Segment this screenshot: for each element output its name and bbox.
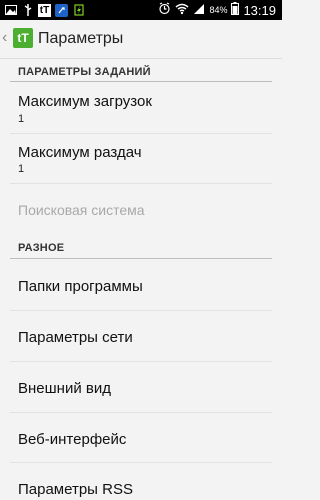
list-divider	[10, 183, 272, 184]
usb-icon	[21, 4, 34, 17]
list-divider	[10, 310, 272, 311]
signal-icon	[193, 3, 205, 18]
tt-app-icon: tT	[38, 3, 51, 17]
app-logo[interactable]: tT	[13, 28, 33, 48]
battery-percent: 84%	[209, 5, 228, 15]
section-divider	[10, 258, 272, 259]
shazam-icon	[55, 3, 68, 17]
clock: 13:19	[243, 2, 276, 18]
setting-title: Максимум раздач	[18, 144, 142, 161]
setting-web-interface[interactable]: Веб-интерфейс	[18, 430, 126, 450]
setting-title: Максимум загрузок	[18, 93, 152, 110]
section-header-tasks: ПАРАМЕТРЫ ЗАДАНИЙ	[18, 66, 151, 78]
notification-icons: tT	[4, 3, 85, 17]
setting-value: 1	[18, 113, 25, 125]
section-header-misc: РАЗНОЕ	[18, 242, 65, 254]
setting-network-params[interactable]: Параметры сети	[18, 328, 133, 348]
list-divider	[10, 462, 272, 463]
battery-icon	[231, 2, 240, 18]
list-divider	[10, 412, 272, 413]
list-divider	[10, 133, 272, 134]
setting-value: 1	[18, 163, 25, 175]
section-divider	[10, 81, 272, 82]
setting-program-folders[interactable]: Папки программы	[18, 277, 143, 297]
battery-charge-icon	[72, 4, 85, 17]
image-icon	[4, 4, 17, 17]
setting-search-engine: Поисковая система	[18, 202, 145, 218]
alarm-icon	[158, 2, 171, 18]
setting-appearance[interactable]: Внешний вид	[18, 379, 111, 399]
status-bar: tT 84% 13:19	[0, 0, 282, 20]
setting-rss-params[interactable]: Параметры RSS	[18, 480, 133, 500]
back-icon[interactable]: ‹	[2, 29, 7, 47]
page-title[interactable]: Параметры	[38, 28, 123, 50]
list-divider	[10, 361, 272, 362]
wifi-icon	[175, 3, 189, 18]
status-right: 84% 13:19	[158, 2, 276, 18]
